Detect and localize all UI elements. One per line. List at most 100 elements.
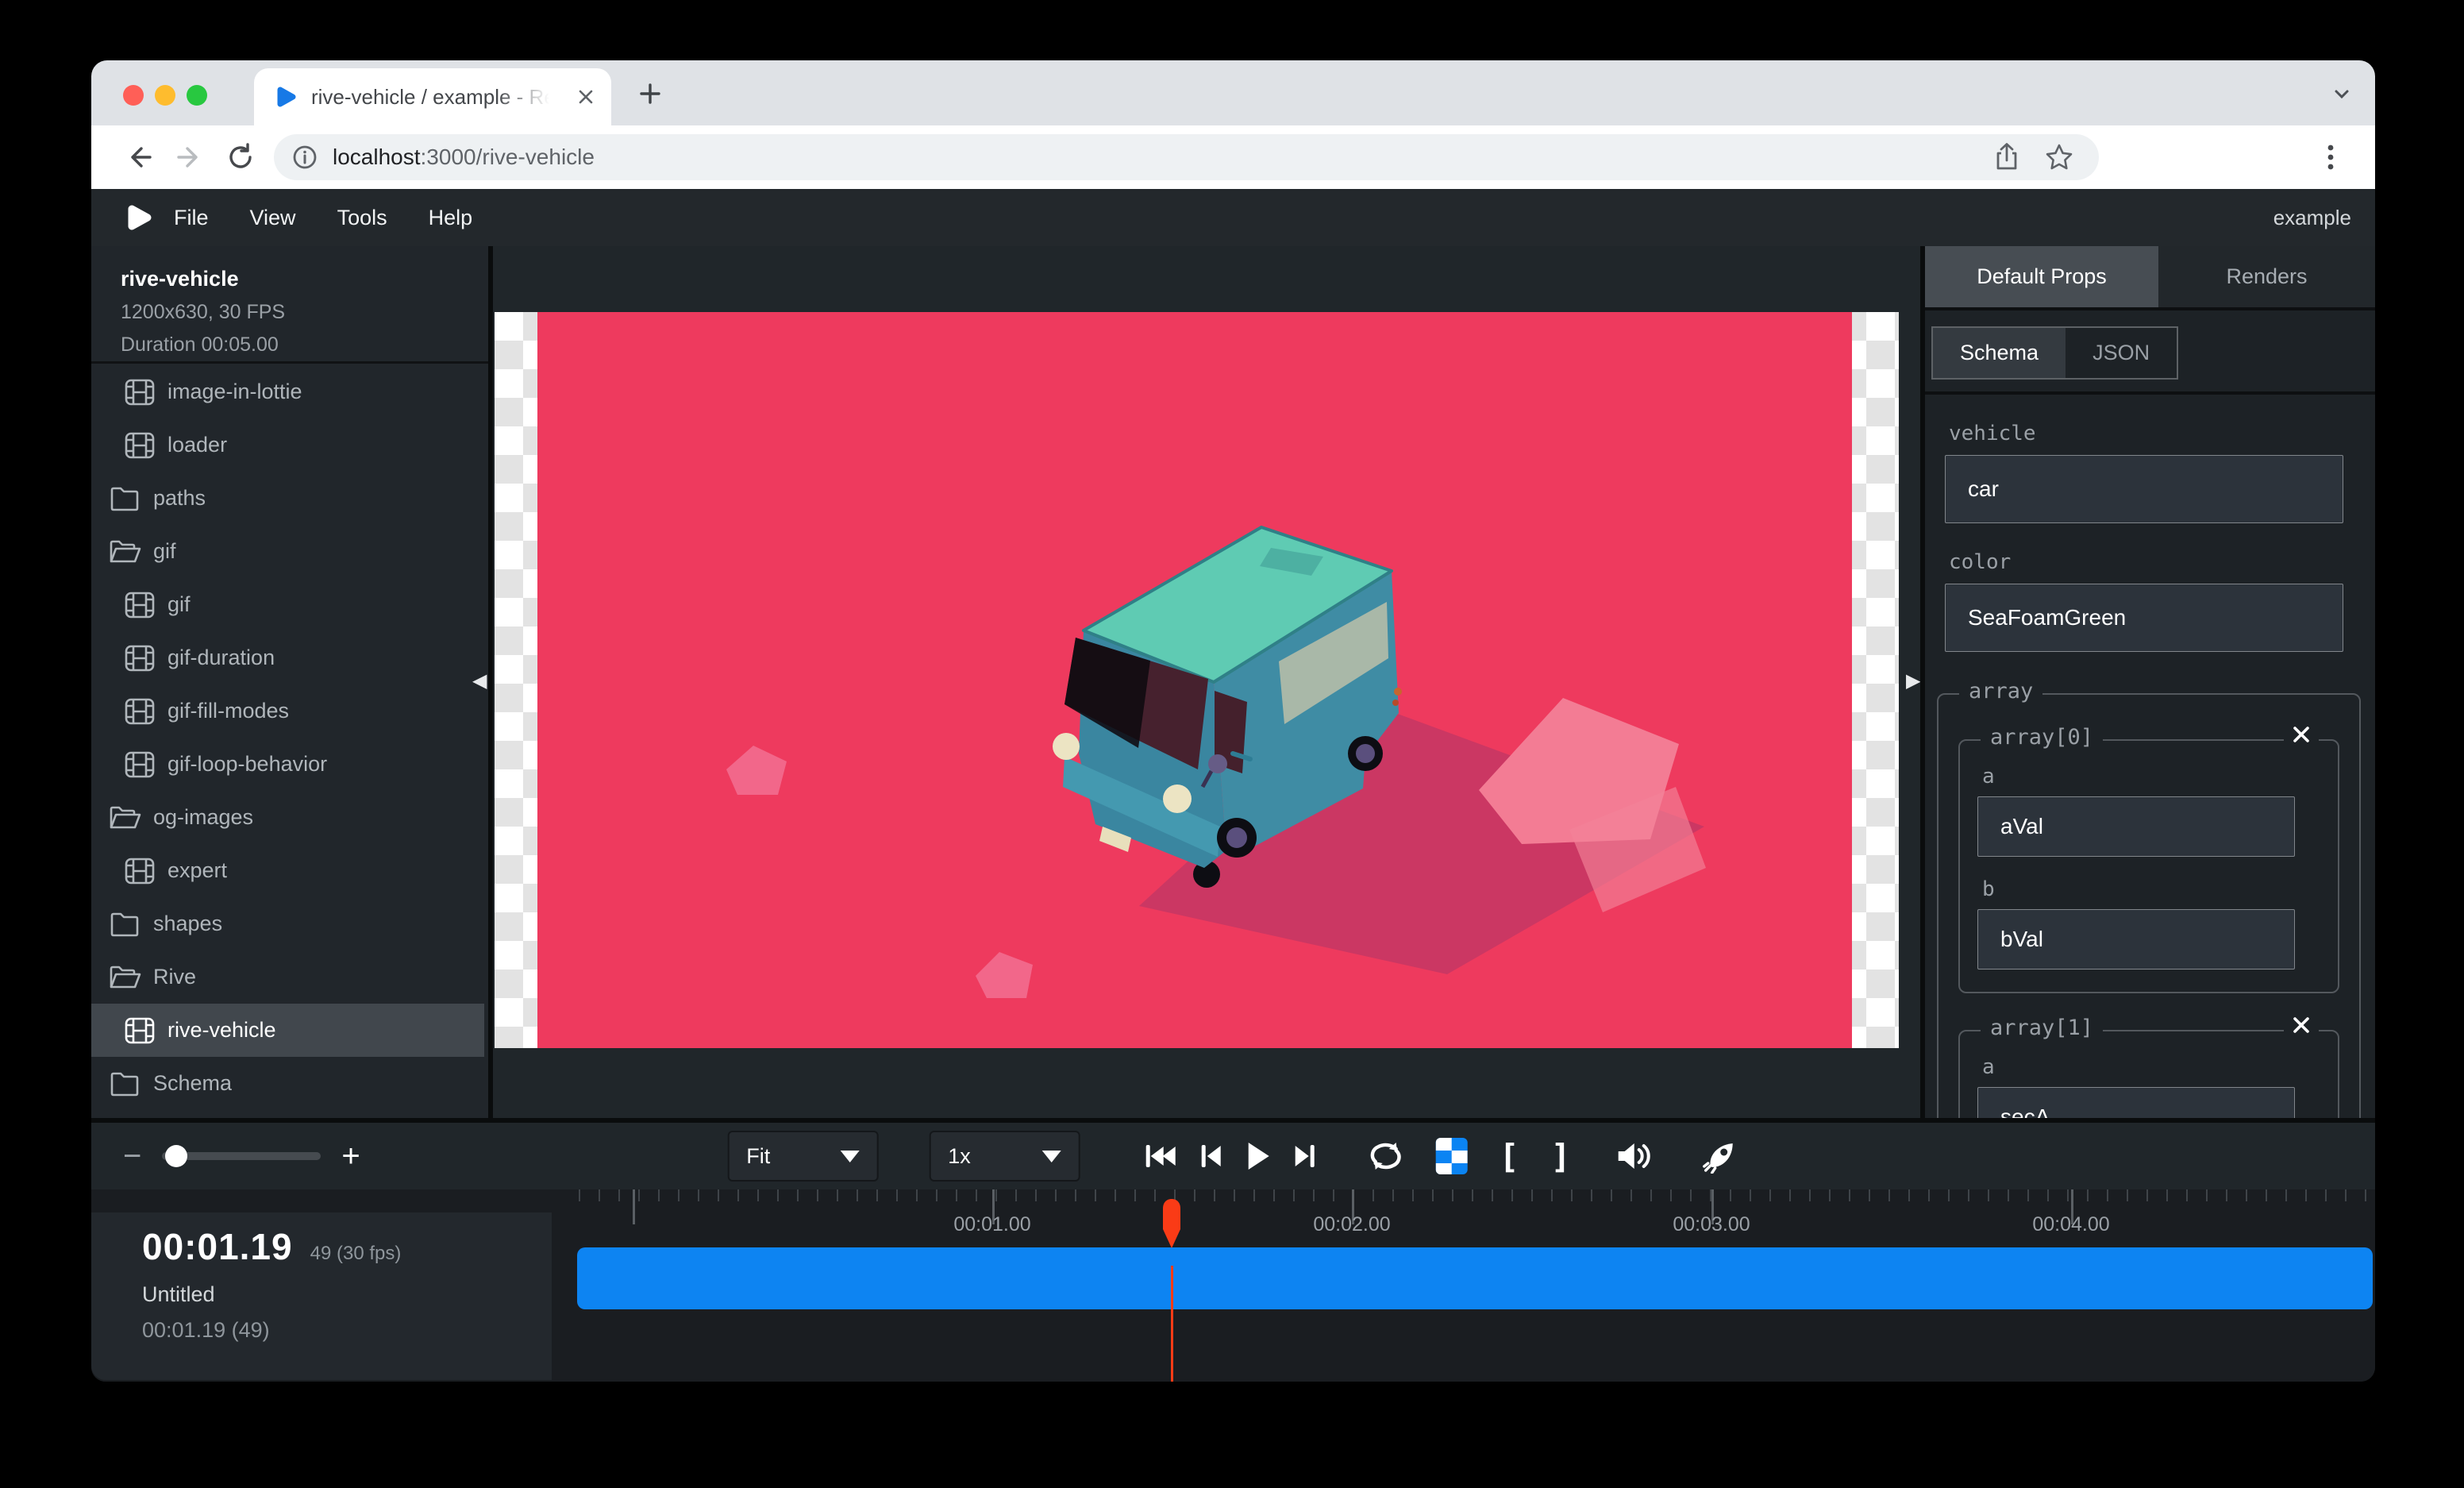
timeline-ruler[interactable]: 00:01.00 00:02.00 00:03.00 00:04.00 — [577, 1189, 2375, 1239]
share-icon[interactable] — [1992, 141, 2021, 173]
tab-renders[interactable]: Renders — [2158, 246, 2375, 307]
ruler-label: 00:01.00 — [929, 1213, 1056, 1236]
browser-tab-strip: rive-vehicle / example - Remoti — [91, 60, 2375, 125]
remotion-logo-icon[interactable] — [125, 203, 153, 232]
preview-canvas[interactable] — [495, 312, 1899, 1048]
sidebar-item-gif-fill-modes[interactable]: gif-fill-modes — [91, 684, 488, 738]
sidebar-folder-og-images[interactable]: og-images — [91, 791, 488, 844]
player-toolbar: − + Fit 1x — [91, 1118, 2375, 1189]
playhead-marker[interactable] — [1161, 1197, 1182, 1274]
fit-select[interactable]: Fit — [727, 1131, 878, 1182]
next-frame-button[interactable] — [1292, 1141, 1316, 1171]
zoom-window-button[interactable] — [187, 85, 207, 106]
reload-icon[interactable] — [225, 141, 256, 173]
fast-refresh-rocket-icon[interactable] — [1703, 1139, 1739, 1174]
tab-default-props[interactable]: Default Props — [1925, 246, 2158, 307]
vehicle-label: vehicle — [1949, 422, 2375, 445]
sidebar-folder-paths[interactable]: paths — [91, 472, 488, 525]
zoom-out-button[interactable]: − — [123, 1139, 141, 1174]
sidebar-item-label: rive-vehicle — [167, 1018, 276, 1043]
sidebar-item-label: gif — [167, 592, 191, 617]
minimize-window-button[interactable] — [155, 85, 175, 106]
toggle-schema[interactable]: Schema — [1933, 328, 2066, 378]
toggle-json[interactable]: JSON — [2066, 328, 2177, 378]
close-window-button[interactable] — [123, 85, 144, 106]
sidebar-folder-schema[interactable]: Schema — [91, 1057, 488, 1110]
url-path: :3000/rive-vehicle — [421, 145, 595, 169]
sidebar-item-label: gif-loop-behavior — [167, 752, 327, 777]
skip-to-start-button[interactable] — [1143, 1141, 1176, 1171]
playback-speed-select[interactable]: 1x — [929, 1131, 1080, 1182]
playhead-line — [1171, 1266, 1173, 1382]
a-input[interactable]: aVal — [1977, 796, 2295, 857]
film-icon — [123, 751, 156, 778]
menu-tools[interactable]: Tools — [317, 206, 408, 230]
sidebar-item-label: gif-duration — [167, 646, 275, 670]
forward-icon[interactable] — [174, 141, 206, 173]
browser-menu-icon[interactable] — [2315, 140, 2347, 175]
b-input[interactable]: bVal — [1977, 909, 2295, 970]
composition-duration: Duration 00:05.00 — [121, 333, 488, 357]
color-input[interactable]: SeaFoamGreen — [1945, 584, 2343, 652]
new-tab-button[interactable] — [637, 81, 663, 106]
back-icon[interactable] — [123, 141, 155, 173]
sidebar-item-label: og-images — [153, 805, 253, 830]
main-area: rive-vehicle 1200x630, 30 FPS Duration 0… — [91, 246, 2375, 1118]
composition-info: rive-vehicle 1200x630, 30 FPS Duration 0… — [91, 246, 488, 364]
film-icon — [123, 858, 156, 885]
collapse-right-panel-icon[interactable]: ▶ — [1906, 672, 1920, 691]
composition-resolution: 1200x630, 30 FPS — [121, 301, 488, 324]
set-in-point-button[interactable]: [ — [1499, 1137, 1519, 1176]
sidebar-item-label: expert — [167, 858, 227, 883]
sidebar-item-gif[interactable]: gif — [91, 578, 488, 631]
sidebar-item-gif-duration[interactable]: gif-duration — [91, 631, 488, 684]
address-bar[interactable]: localhost:3000/rive-vehicle — [274, 134, 2099, 180]
menu-view[interactable]: View — [229, 206, 317, 230]
right-panel-tabs: Default Props Renders — [1925, 246, 2375, 310]
menu-help[interactable]: Help — [408, 206, 494, 230]
timeline-panel: 00:01.00 00:02.00 00:03.00 00:04.00 00:0… — [91, 1189, 2375, 1382]
right-panel: Default Props Renders Schema JSON vehicl… — [1920, 246, 2375, 1118]
remove-array-item-1-button[interactable] — [2284, 1014, 2319, 1036]
sidebar-folder-shapes[interactable]: shapes — [91, 897, 488, 950]
loop-toggle-button[interactable] — [1367, 1139, 1403, 1173]
zoom-in-button[interactable]: + — [341, 1139, 360, 1174]
sidebar-item-loader[interactable]: loader — [91, 418, 488, 472]
collapse-sidebar-icon[interactable]: ◀ — [472, 672, 487, 691]
timeline-track[interactable] — [577, 1247, 2373, 1309]
previous-frame-button[interactable] — [1199, 1141, 1222, 1171]
sidebar-item-rive-vehicle[interactable]: rive-vehicle — [91, 1004, 484, 1057]
a-input[interactable]: secA — [1977, 1087, 2295, 1118]
sidebar-folder-rive[interactable]: Rive — [91, 950, 488, 1004]
compositions-sidebar: rive-vehicle 1200x630, 30 FPS Duration 0… — [91, 246, 488, 1118]
sidebar-item-image-in-lottie[interactable]: image-in-lottie — [91, 365, 488, 418]
browser-tab[interactable]: rive-vehicle / example - Remoti — [254, 68, 611, 125]
film-icon — [123, 698, 156, 725]
zoom-slider[interactable] — [162, 1152, 321, 1160]
ruler-label: 00:02.00 — [1288, 1213, 1415, 1236]
transparency-checkerboard-toggle[interactable] — [1435, 1138, 1467, 1174]
timeline-info-box: 00:01.19 49 (30 fps) Untitled 00:01.19 (… — [91, 1212, 552, 1380]
folder-closed-icon — [109, 485, 142, 512]
folder-open-icon — [109, 964, 142, 991]
play-button[interactable] — [1245, 1140, 1270, 1172]
a-label: a — [1982, 1055, 2325, 1079]
sidebar-folder-gif[interactable]: gif — [91, 525, 488, 578]
sidebar-item-expert[interactable]: expert — [91, 844, 488, 897]
volume-icon[interactable] — [1615, 1140, 1652, 1172]
bookmark-star-icon[interactable] — [2043, 141, 2075, 173]
composition-title: rive-vehicle — [121, 267, 488, 291]
tab-close-icon[interactable] — [576, 87, 595, 106]
site-info-icon[interactable] — [291, 144, 318, 171]
folder-open-icon — [109, 804, 142, 831]
sidebar-item-gif-loop-behavior[interactable]: gif-loop-behavior — [91, 738, 488, 791]
menu-file[interactable]: File — [153, 206, 229, 230]
remove-array-item-0-button[interactable] — [2284, 723, 2319, 746]
zoom-slider-thumb[interactable] — [165, 1145, 187, 1167]
sidebar-item-label: Rive — [153, 965, 196, 989]
set-out-point-button[interactable]: ] — [1551, 1137, 1571, 1176]
tab-search-chevron-icon[interactable] — [2331, 83, 2353, 105]
sidebar-item-label: loader — [167, 433, 227, 457]
url-host: localhost — [333, 145, 421, 169]
vehicle-input[interactable]: car — [1945, 455, 2343, 523]
